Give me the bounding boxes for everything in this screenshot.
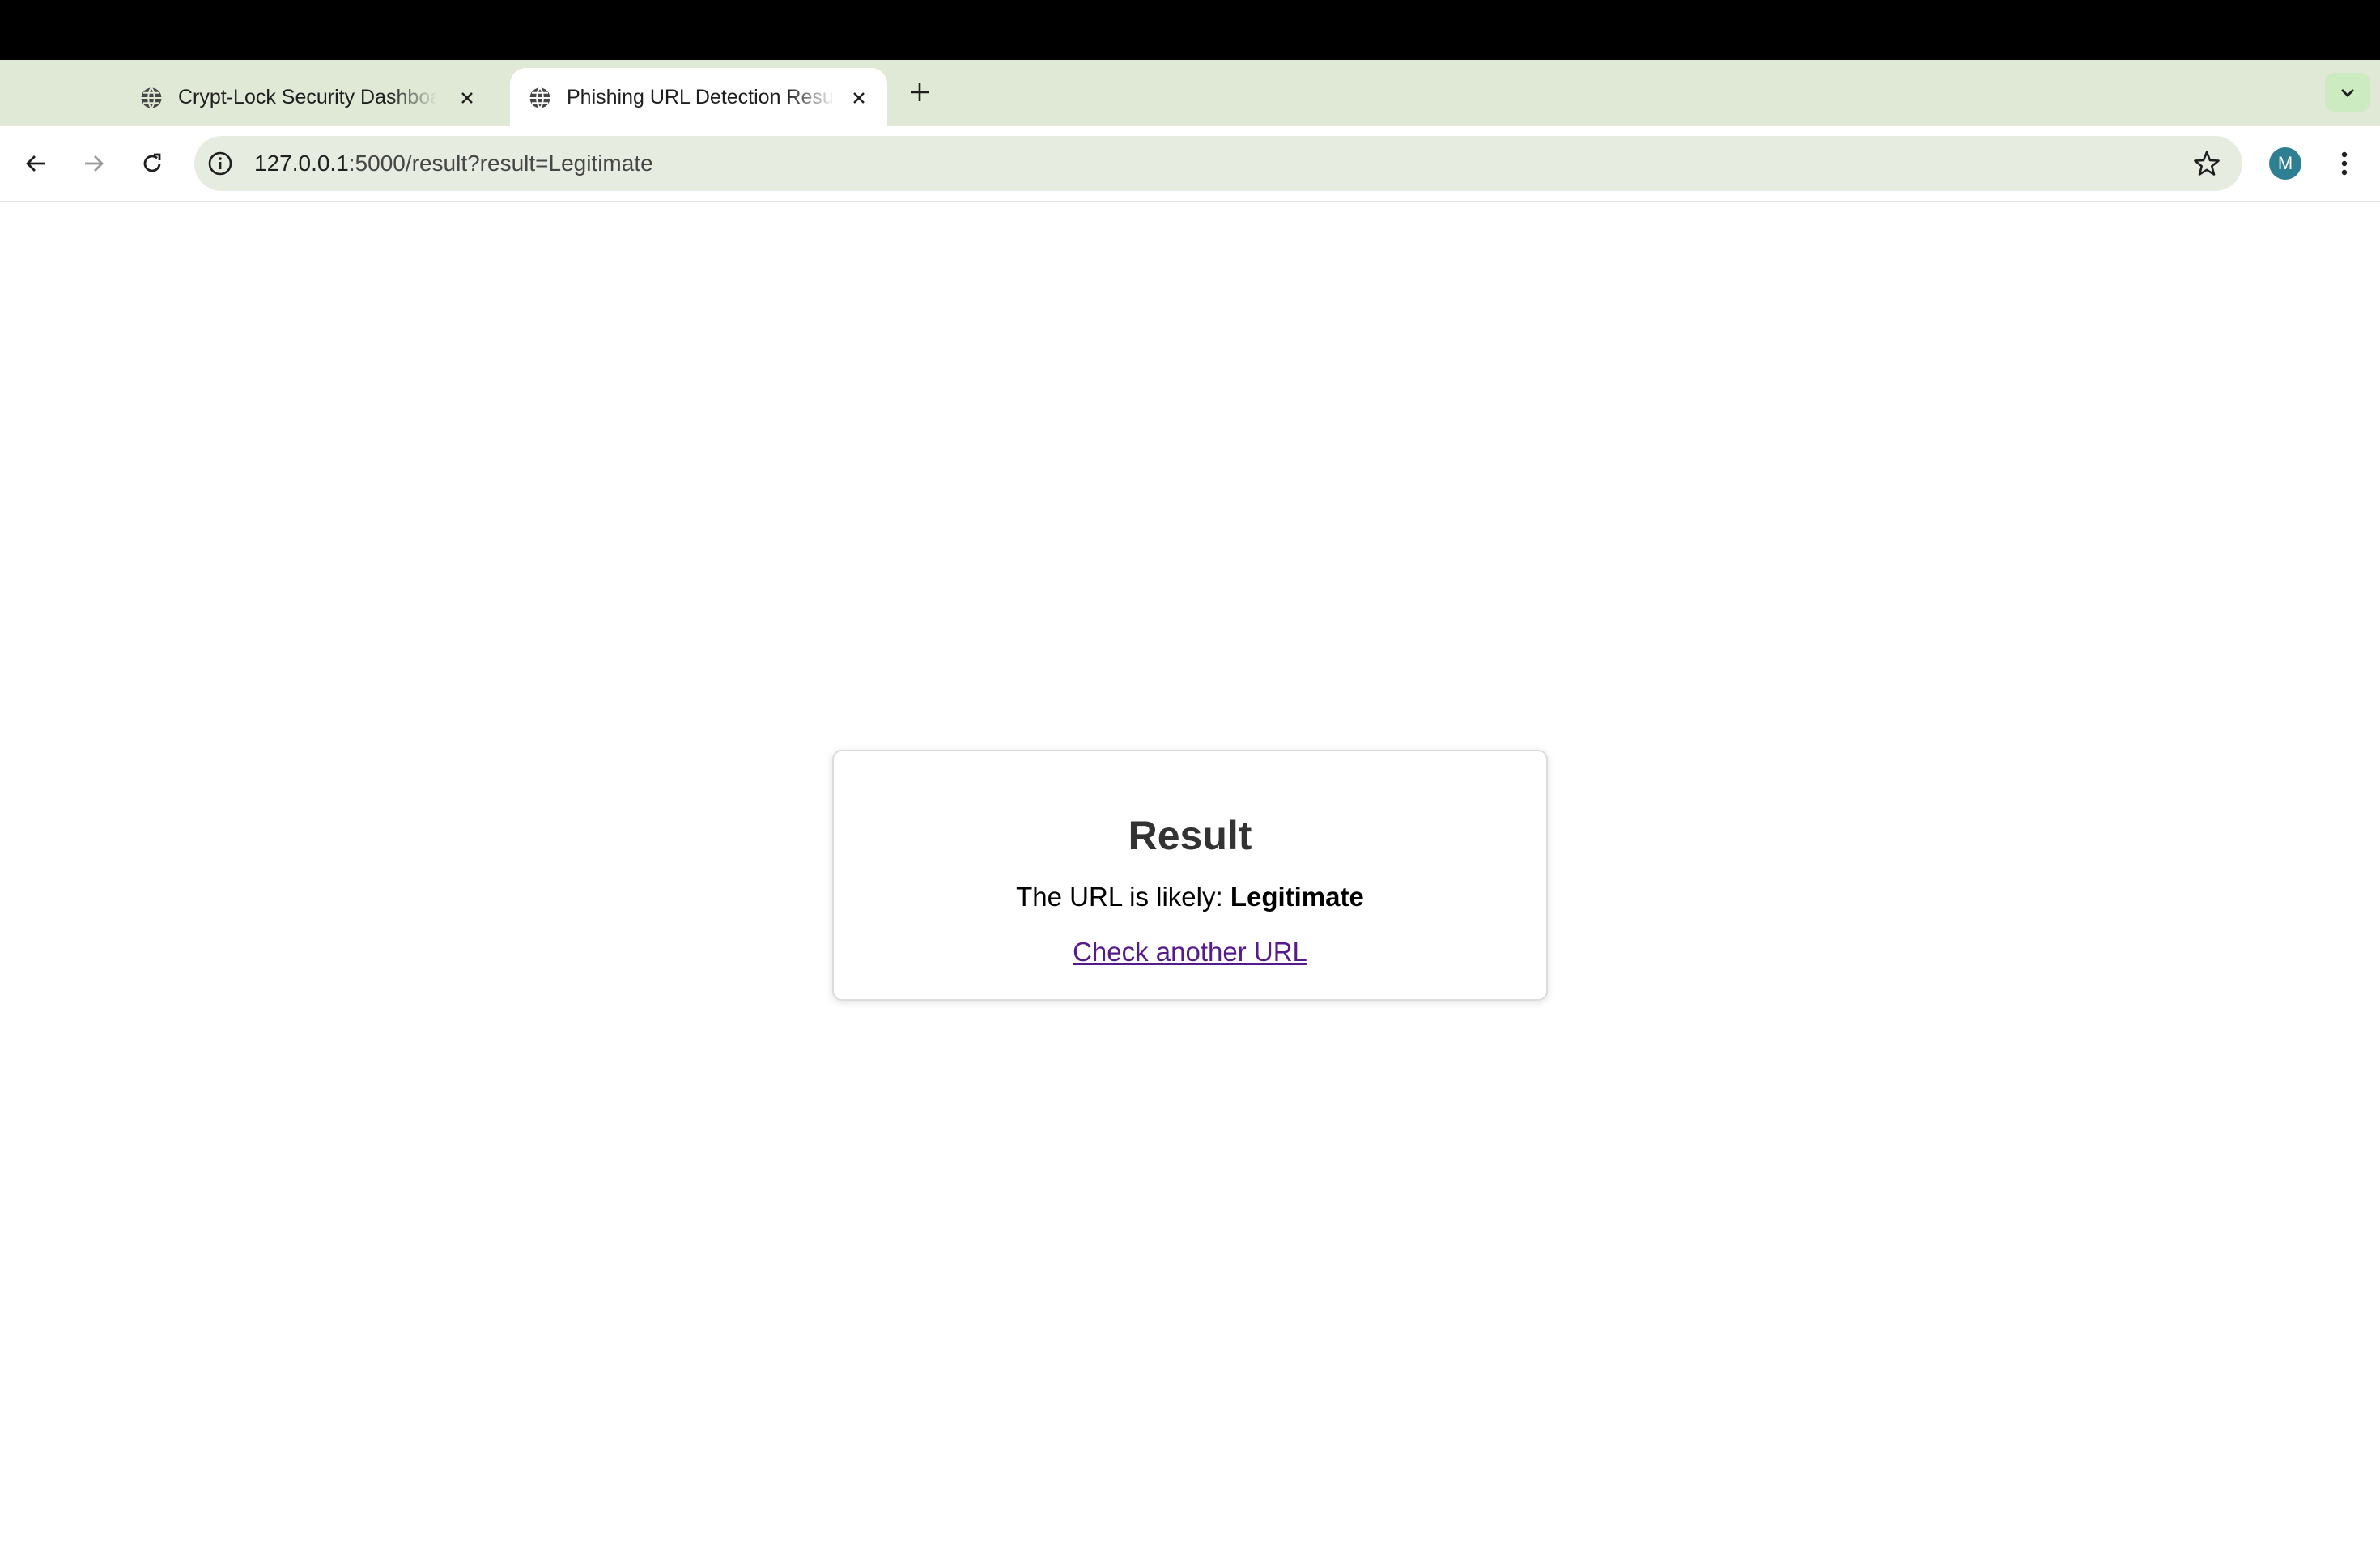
browser-menu-button[interactable] — [2325, 144, 2364, 183]
check-another-url-link[interactable]: Check another URL — [834, 936, 1546, 968]
result-value: Legitimate — [1230, 882, 1364, 912]
avatar[interactable]: M — [2269, 147, 2301, 180]
globe-icon — [529, 87, 550, 109]
tab-title: Phishing URL Detection Result — [567, 86, 835, 108]
back-arrow-icon — [26, 155, 45, 172]
url-text: 127.0.0.1:5000/result?result=Legitimate — [254, 136, 653, 191]
plus-icon — [911, 83, 929, 101]
address-bar[interactable]: 127.0.0.1:5000/result?result=Legitimate — [194, 136, 2242, 191]
browser-toolbar: 127.0.0.1:5000/result?result=Legitimate … — [0, 126, 2380, 202]
result-card: Result The URL is likely: Legitimate Che… — [832, 750, 1548, 1001]
back-button[interactable] — [16, 144, 55, 183]
forward-button[interactable] — [74, 144, 113, 183]
close-icon[interactable] — [848, 87, 869, 108]
chevron-down-icon — [2341, 89, 2354, 97]
reload-icon — [143, 153, 161, 172]
url-host: 127.0.0.1 — [254, 151, 349, 176]
tab-search-button[interactable] — [2325, 73, 2370, 112]
close-icon[interactable] — [457, 87, 478, 108]
result-message-prefix: The URL is likely: — [1016, 882, 1230, 912]
system-top-bar — [0, 0, 2380, 60]
url-path: :5000/result?result=Legitimate — [348, 151, 653, 176]
tab-strip: Crypt-Lock Security Dashboard Phishing U… — [0, 60, 2380, 126]
page-content: Result The URL is likely: Legitimate Che… — [0, 202, 2380, 1548]
tab-title: Crypt-Lock Security Dashboard — [178, 86, 437, 108]
result-message: The URL is likely: Legitimate — [834, 881, 1546, 913]
reload-button[interactable] — [133, 144, 172, 183]
tab-crypt-lock-dashboard[interactable]: Crypt-Lock Security Dashboard — [121, 68, 495, 126]
tab-phishing-result[interactable]: Phishing URL Detection Result — [510, 68, 887, 126]
page-title: Result — [1128, 813, 1252, 858]
globe-icon — [141, 87, 162, 109]
info-icon[interactable] — [207, 151, 233, 176]
kebab-menu-icon — [2341, 151, 2348, 176]
forward-arrow-icon — [85, 155, 104, 172]
new-tab-button[interactable] — [903, 76, 936, 108]
star-icon[interactable] — [2192, 149, 2221, 178]
